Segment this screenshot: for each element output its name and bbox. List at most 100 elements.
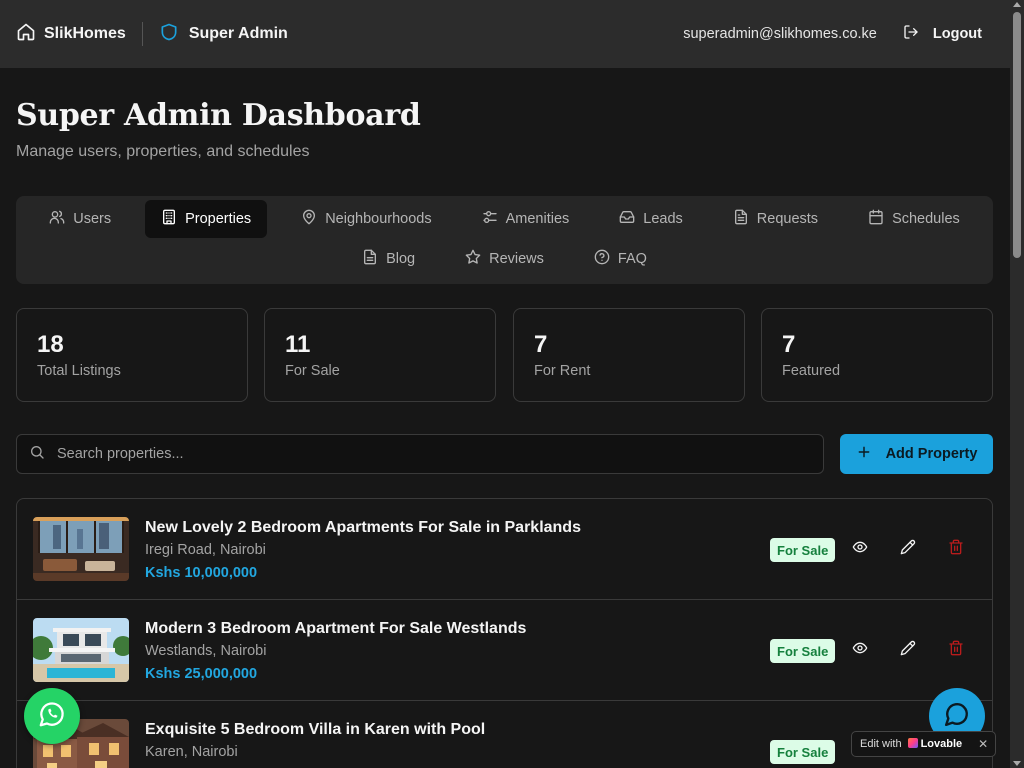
stat-card-for-sale: 11 For Sale (264, 308, 496, 402)
lovable-logo: Lovable (907, 737, 963, 751)
scroll-up-icon[interactable] (1013, 2, 1021, 7)
stat-value: 7 (534, 331, 548, 358)
pencil-icon (900, 539, 916, 560)
stat-label: For Sale (285, 363, 340, 379)
help-circle-icon (594, 249, 610, 269)
scrollbar-thumb[interactable] (1013, 12, 1021, 258)
page-title: Super Admin Dashboard (16, 98, 421, 133)
property-title[interactable]: Modern 3 Bedroom Apartment For Sale West… (145, 620, 526, 638)
file-icon (362, 249, 378, 269)
tab-requests[interactable]: Requests (717, 200, 834, 238)
tab-faq[interactable]: FAQ (578, 240, 663, 278)
lovable-prefix: Edit with (860, 738, 902, 750)
trash-icon (948, 539, 964, 560)
eye-icon (852, 640, 868, 661)
list-item: Modern 3 Bedroom Apartment For Sale West… (17, 600, 992, 701)
whatsapp-icon (37, 699, 67, 734)
property-price: Kshs 10,000,000 (145, 565, 258, 581)
stat-card-total-listings: 18 Total Listings (16, 308, 248, 402)
property-title[interactable]: New Lovely 2 Bedroom Apartments For Sale… (145, 519, 581, 537)
file-text-icon (733, 209, 749, 229)
stat-value: 18 (37, 331, 64, 358)
tab-label: FAQ (617, 251, 647, 267)
view-button[interactable] (848, 537, 872, 561)
tab-users[interactable]: Users (33, 200, 127, 238)
search-icon (29, 444, 45, 465)
top-navbar: SlikHomes Super Admin superadmin@slikhom… (0, 0, 1010, 68)
tab-label: Leads (643, 211, 683, 227)
tab-label: Users (73, 211, 112, 227)
chat-bubble-icon (944, 701, 970, 732)
tab-label: Blog (386, 251, 416, 267)
stat-card-for-rent: 7 For Rent (513, 308, 745, 402)
stat-card-featured: 7 Featured (761, 308, 993, 402)
tab-neighbourhoods[interactable]: Neighbourhoods (285, 200, 447, 238)
admin-tabs: Users Properties Neighbourhoods Amenitie… (16, 196, 993, 284)
logout-icon (903, 24, 919, 44)
user-email: superadmin@slikhomes.co.ke (683, 26, 877, 42)
close-icon[interactable]: ✕ (978, 737, 988, 751)
tab-blog[interactable]: Blog (346, 240, 431, 278)
star-icon (465, 249, 481, 269)
status-badge: For Sale (770, 538, 836, 562)
trash-icon (948, 640, 964, 661)
whatsapp-button[interactable] (24, 688, 80, 744)
tab-label: Properties (185, 211, 252, 227)
add-property-button[interactable]: Add Property (840, 434, 993, 474)
heart-icon (907, 737, 918, 751)
stat-value: 7 (782, 331, 796, 358)
role-label: Super Admin (188, 25, 288, 42)
tab-amenities[interactable]: Amenities (466, 200, 586, 238)
tab-leads[interactable]: Leads (603, 200, 699, 238)
users-icon (49, 209, 65, 229)
property-location: Iregi Road, Nairobi (145, 542, 266, 558)
tab-label: Requests (756, 211, 819, 227)
tab-label: Amenities (505, 211, 570, 227)
page-subtitle: Manage users, properties, and schedules (16, 143, 310, 160)
page-scrollbar[interactable] (1010, 0, 1024, 768)
tab-label: Schedules (892, 211, 960, 227)
add-property-label: Add Property (885, 446, 978, 462)
stat-label: For Rent (534, 363, 591, 379)
brand-link[interactable]: SlikHomes (16, 22, 126, 47)
property-title[interactable]: Exquisite 5 Bedroom Villa in Karen with … (145, 721, 485, 739)
property-list: New Lovely 2 Bedroom Apartments For Sale… (16, 498, 993, 768)
edit-button[interactable] (896, 638, 920, 662)
eye-icon (852, 539, 868, 560)
stat-value: 11 (285, 331, 311, 358)
property-thumbnail (33, 517, 129, 581)
delete-button[interactable] (944, 638, 968, 662)
logout-button[interactable]: Logout (903, 24, 982, 44)
tab-schedules[interactable]: Schedules (852, 200, 976, 238)
shield-icon (159, 22, 179, 47)
tab-reviews[interactable]: Reviews (449, 240, 560, 278)
stat-label: Featured (782, 363, 841, 379)
property-thumbnail (33, 618, 129, 682)
view-button[interactable] (848, 638, 872, 662)
role-indicator: Super Admin (159, 22, 288, 47)
scroll-down-icon[interactable] (1013, 761, 1021, 766)
plus-icon (856, 444, 872, 464)
status-badge: For Sale (770, 639, 836, 663)
property-location: Karen, Nairobi (145, 744, 238, 760)
topbar-divider (141, 22, 143, 46)
building-icon (161, 209, 177, 229)
inbox-icon (619, 209, 635, 229)
logout-label: Logout (932, 26, 982, 42)
status-badge: For Sale (770, 740, 836, 764)
sliders-icon (482, 209, 498, 229)
stat-label: Total Listings (37, 363, 121, 379)
lovable-brand: Lovable (920, 738, 963, 750)
lovable-badge[interactable]: Edit with Lovable ✕ (851, 731, 996, 757)
tab-properties[interactable]: Properties (145, 200, 268, 238)
list-item: New Lovely 2 Bedroom Apartments For Sale… (17, 499, 992, 600)
edit-button[interactable] (896, 537, 920, 561)
delete-button[interactable] (944, 537, 968, 561)
list-item: Exquisite 5 Bedroom Villa in Karen with … (17, 701, 992, 768)
pencil-icon (900, 640, 916, 661)
property-location: Westlands, Nairobi (145, 643, 267, 659)
map-pin-icon (301, 209, 317, 229)
tab-label: Reviews (489, 251, 544, 267)
brand-name: SlikHomes (44, 25, 126, 42)
search-input[interactable] (57, 446, 757, 462)
